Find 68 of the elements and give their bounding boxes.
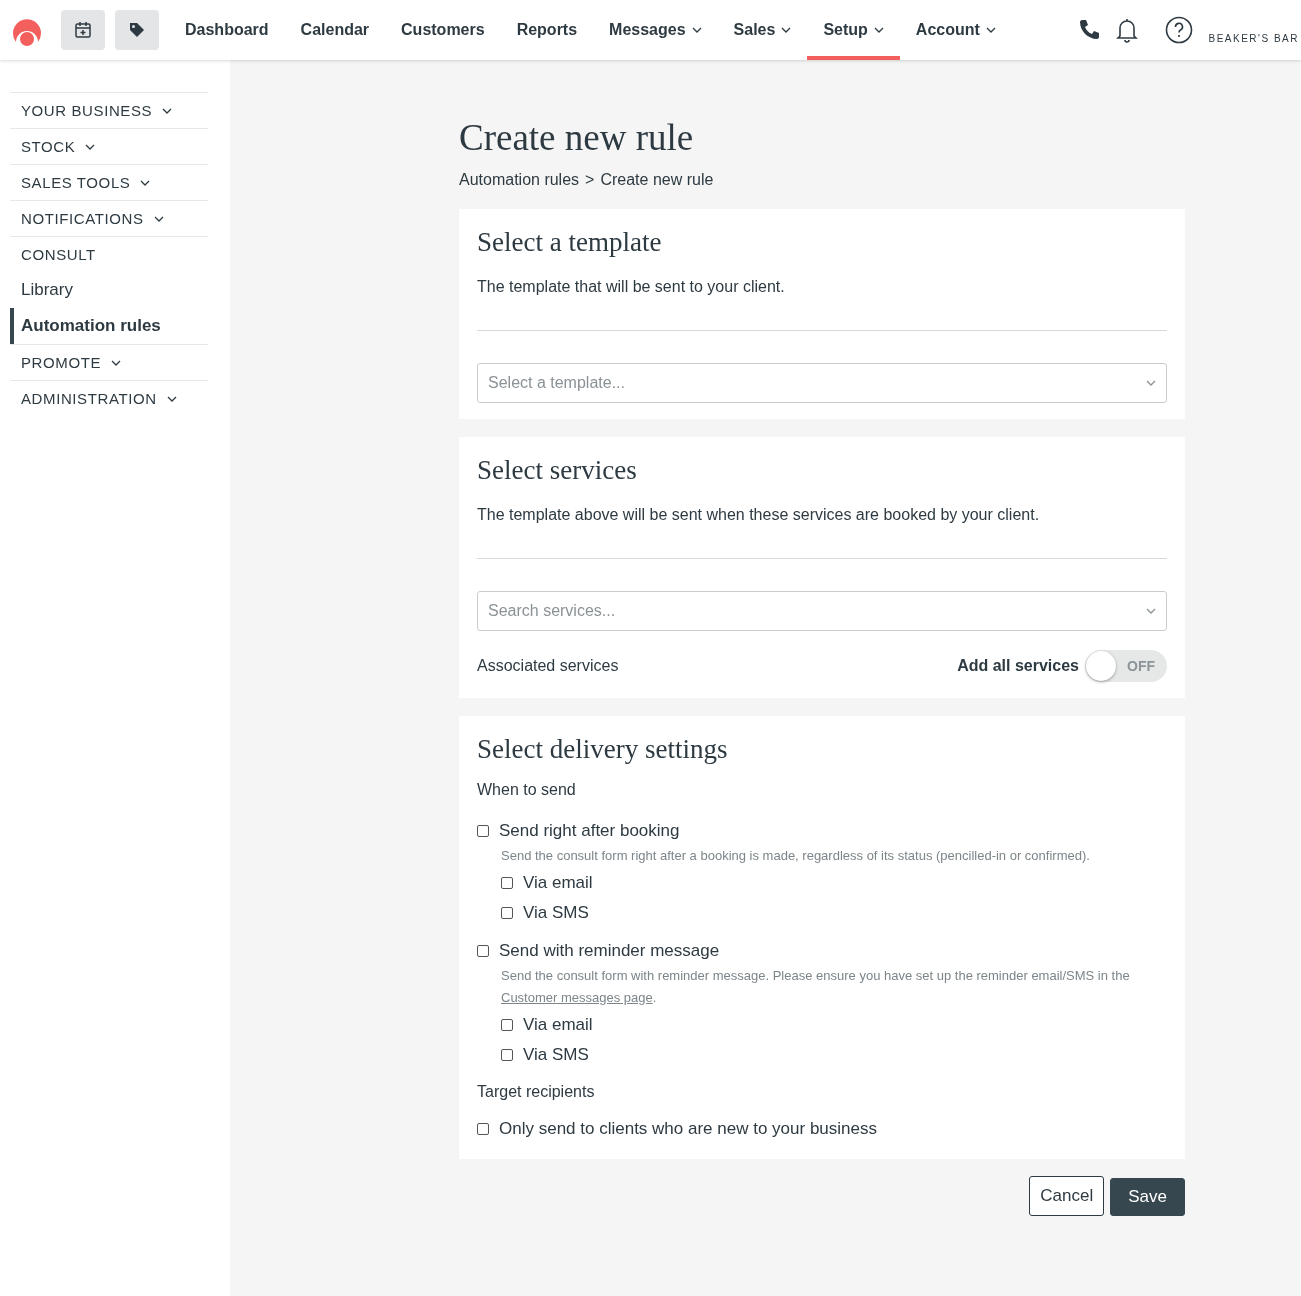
option-label[interactable]: Send with reminder message bbox=[499, 941, 720, 961]
sidebar-item[interactable]: Automation rules bbox=[10, 308, 208, 344]
chevron-down-icon bbox=[873, 27, 884, 33]
help-text: Send the consult form right after a booking is made, regardless of its status (pencilled-in or confirmed). bbox=[501, 847, 1091, 865]
save-button[interactable]: Save bbox=[1110, 1178, 1185, 1216]
chevron-down-icon bbox=[1146, 380, 1156, 386]
checkbox[interactable] bbox=[477, 1123, 489, 1135]
card-title: Select a template bbox=[477, 227, 663, 258]
option-label[interactable]: Send right after booking bbox=[499, 821, 680, 841]
business-name[interactable]: BEAKER'S BAR bbox=[1208, 32, 1299, 44]
chevron-down-icon bbox=[166, 395, 177, 402]
associated-services-label: Associated services bbox=[477, 657, 620, 675]
sidebar-item[interactable]: CONSULT bbox=[10, 236, 208, 272]
option-label[interactable]: Via email bbox=[523, 1015, 593, 1035]
card-title: Select delivery settings bbox=[477, 734, 729, 765]
chevron-down-icon bbox=[153, 215, 164, 222]
calendar-add-button[interactable] bbox=[61, 10, 105, 50]
breadcrumb-separator: > bbox=[585, 171, 595, 189]
nav-link[interactable]: Calendar bbox=[284, 0, 386, 60]
sidebar-item[interactable]: NOTIFICATIONS bbox=[10, 200, 208, 236]
chevron-down-icon bbox=[140, 179, 151, 186]
option-label[interactable]: Via SMS bbox=[523, 1045, 589, 1065]
option-label[interactable]: Only send to clients who are new to your business bbox=[499, 1119, 877, 1139]
card-description: The template that will be sent to your client. bbox=[477, 278, 786, 296]
card-title: Select services bbox=[477, 455, 638, 486]
sidebar-item[interactable]: ADMINISTRATION bbox=[10, 380, 208, 416]
checkbox[interactable] bbox=[501, 1049, 513, 1061]
help-text: Send the consult form with reminder message. Please ensure you have set up the reminder email/SMS in the Customer messages page. bbox=[501, 967, 1131, 1007]
sidebar-item[interactable]: PROMOTE bbox=[10, 344, 208, 380]
customer-messages-link[interactable]: Customer messages page bbox=[501, 990, 653, 1005]
nav-link[interactable]: Setup bbox=[807, 0, 900, 60]
chevron-down-icon bbox=[691, 27, 702, 33]
chevron-down-icon bbox=[111, 359, 122, 366]
section-label: Target recipients bbox=[477, 1083, 596, 1101]
chevron-down-icon bbox=[781, 27, 792, 33]
cancel-button[interactable]: Cancel bbox=[1029, 1176, 1105, 1216]
option-label[interactable]: Via email bbox=[523, 873, 593, 893]
nav-link[interactable]: Reports bbox=[500, 0, 594, 60]
breadcrumb-link[interactable]: Automation rules bbox=[459, 171, 580, 189]
option-label[interactable]: Via SMS bbox=[523, 903, 589, 923]
nav-link[interactable]: Dashboard bbox=[169, 0, 285, 60]
checkbox[interactable] bbox=[501, 907, 513, 919]
tag-icon bbox=[128, 21, 146, 39]
nav-link[interactable]: Sales bbox=[717, 0, 808, 60]
section-label: When to send bbox=[477, 781, 577, 799]
breadcrumb-link[interactable]: Create new rule bbox=[600, 171, 714, 189]
page-title: Create new rule bbox=[459, 116, 695, 159]
sidebar-item[interactable]: STOCK bbox=[10, 128, 208, 164]
calendar-add-icon bbox=[74, 21, 92, 39]
help-icon[interactable] bbox=[1164, 16, 1193, 44]
checkbox[interactable] bbox=[477, 825, 489, 837]
nav-link[interactable]: Account bbox=[899, 0, 1012, 60]
nav-link[interactable]: Customers bbox=[385, 0, 501, 60]
sidebar-item[interactable]: SALES TOOLS bbox=[10, 164, 208, 200]
checkbox[interactable] bbox=[477, 945, 489, 957]
checkbox[interactable] bbox=[501, 877, 513, 889]
checkbox[interactable] bbox=[501, 1019, 513, 1031]
nav-link[interactable]: Messages bbox=[593, 0, 718, 60]
sidebar-item[interactable]: YOUR BUSINESS bbox=[10, 92, 208, 128]
chevron-down-icon bbox=[162, 107, 173, 114]
chevron-down-icon bbox=[85, 143, 96, 150]
notification-bell-icon[interactable] bbox=[1114, 17, 1139, 43]
chevron-down-icon bbox=[985, 27, 996, 33]
sidebar-item[interactable]: Library bbox=[10, 272, 208, 308]
add-all-label: Add all services bbox=[957, 657, 1079, 675]
card-description: The template above will be sent when these services are booked by your client. bbox=[477, 506, 1041, 524]
chevron-down-icon bbox=[1146, 608, 1156, 614]
tag-button[interactable] bbox=[115, 10, 159, 50]
